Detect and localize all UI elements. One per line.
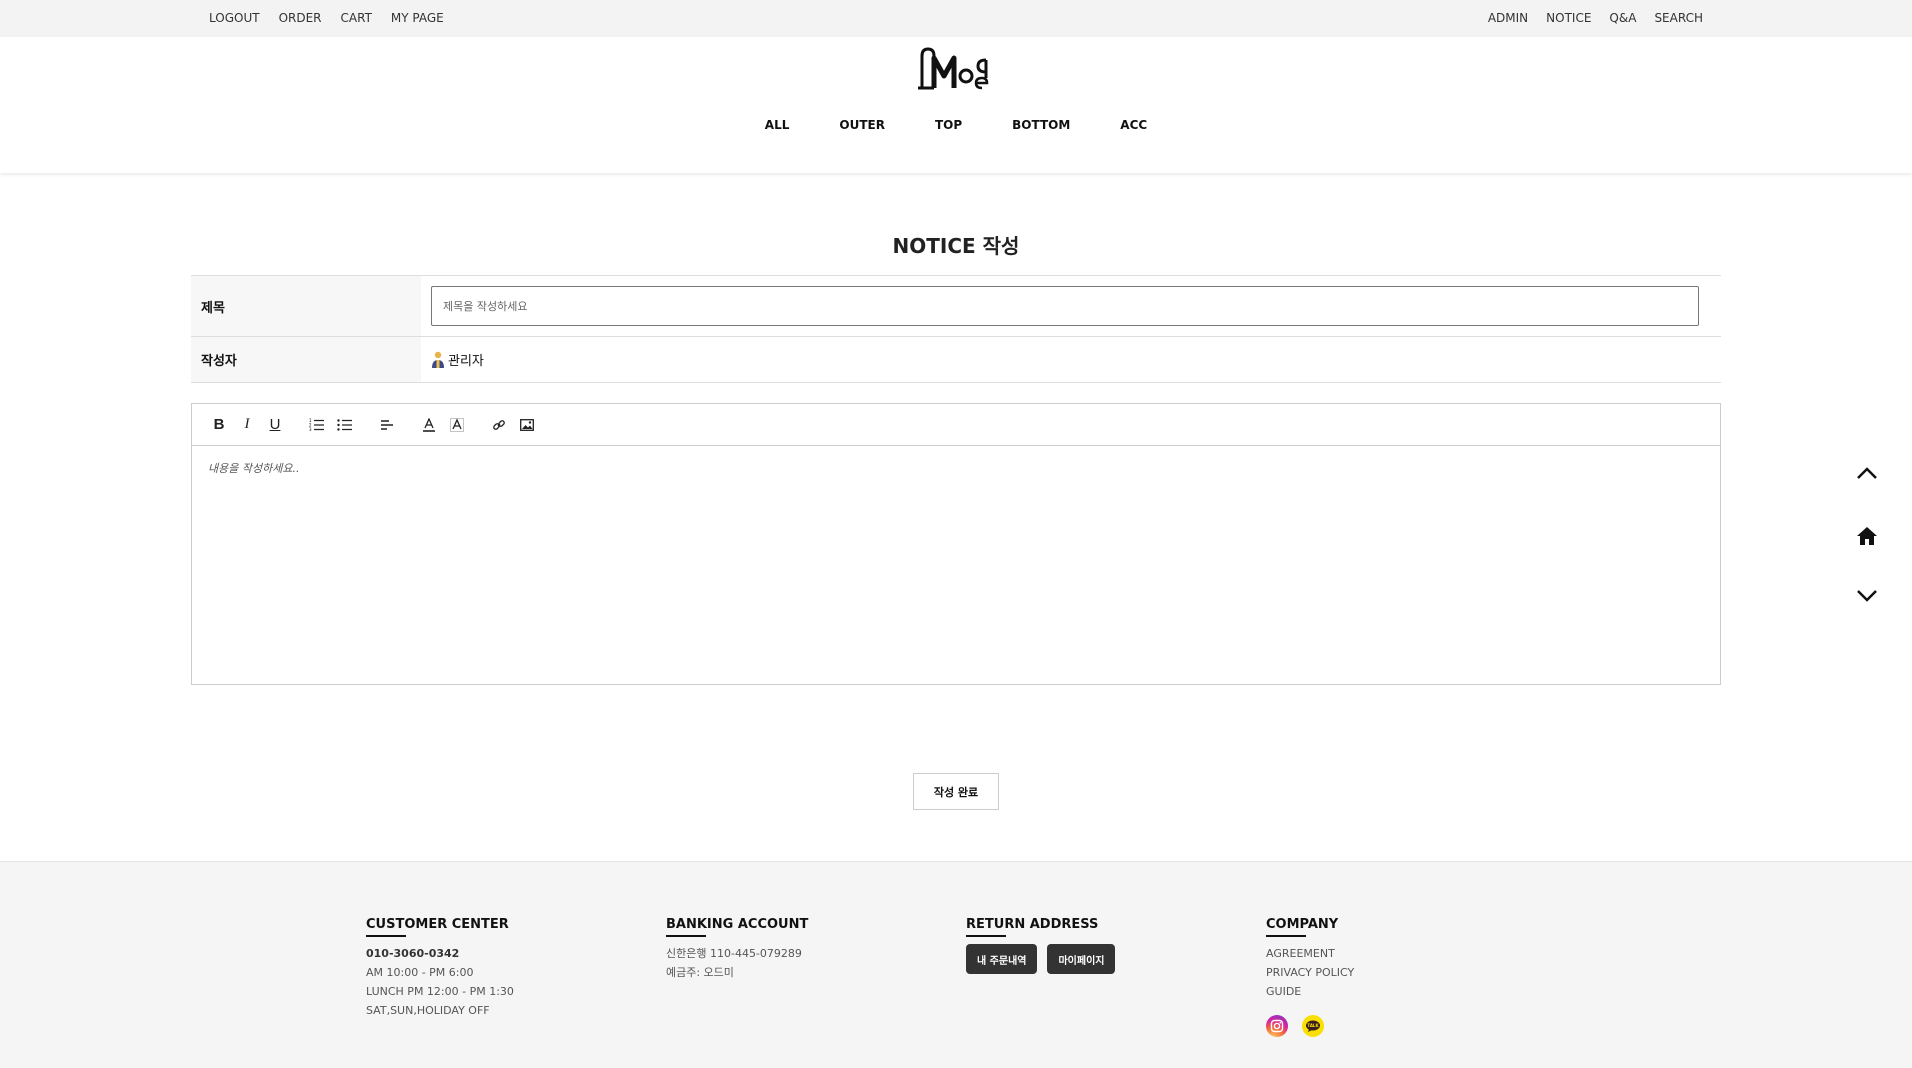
notice-form: 제목 작성자 관리자 bbox=[191, 275, 1721, 383]
banking-heading: BANKING ACCOUNT bbox=[666, 917, 809, 937]
footer-company: COMPANY AGREEMENT PRIVACY POLICY GUIDE T… bbox=[1266, 917, 1354, 1037]
footer-return-address: RETURN ADDRESS 내 주문내역 마이페이지 bbox=[966, 917, 1116, 974]
nav-top[interactable]: TOP bbox=[935, 118, 962, 132]
company-heading: COMPANY bbox=[1266, 917, 1354, 937]
svg-text:3: 3 bbox=[309, 427, 312, 432]
qna-link[interactable]: Q&A bbox=[1609, 11, 1636, 25]
notice-link[interactable]: NOTICE bbox=[1546, 11, 1591, 25]
image-icon[interactable] bbox=[513, 411, 541, 439]
page-title: NOTICE 작성 bbox=[892, 234, 1020, 258]
title-label: 제목 bbox=[191, 276, 421, 336]
scroll-top-icon[interactable] bbox=[1852, 466, 1882, 480]
agreement-link[interactable]: AGREEMENT bbox=[1266, 944, 1354, 963]
bold-icon[interactable]: B bbox=[205, 411, 233, 439]
logout-link[interactable]: LOGOUT bbox=[209, 11, 260, 25]
guide-link[interactable]: GUIDE bbox=[1266, 982, 1354, 1001]
italic-icon[interactable]: I bbox=[233, 411, 261, 439]
site-logo[interactable] bbox=[916, 46, 996, 92]
nav-bottom[interactable]: BOTTOM bbox=[1012, 118, 1070, 132]
footer-banking-account: BANKING ACCOUNT 신한은행 110-445-079289 예금주:… bbox=[666, 917, 808, 982]
writer-value: 관리자 bbox=[448, 354, 484, 369]
editor-toolbar: B I U 123 bbox=[192, 404, 1720, 446]
nav-all[interactable]: ALL bbox=[765, 118, 790, 132]
return-heading: RETURN ADDRESS bbox=[966, 917, 1115, 937]
title-row: 제목 bbox=[191, 276, 1721, 337]
content-editor: B I U 123 내용을 작성하세요.. bbox=[191, 403, 1721, 685]
search-link[interactable]: SEARCH bbox=[1654, 11, 1703, 25]
social-links: TALK bbox=[1266, 1015, 1354, 1037]
svg-text:TALK: TALK bbox=[1307, 1023, 1319, 1028]
admin-link[interactable]: ADMIN bbox=[1488, 11, 1528, 25]
admin-user-icon bbox=[432, 351, 444, 368]
privacy-policy-link[interactable]: PRIVACY POLICY bbox=[1266, 963, 1354, 982]
instagram-icon[interactable] bbox=[1266, 1015, 1288, 1037]
text-color-icon[interactable] bbox=[415, 411, 443, 439]
nav-acc[interactable]: ACC bbox=[1120, 118, 1147, 132]
main-category-nav: ALL OUTER TOP BOTTOM ACC bbox=[0, 118, 1912, 132]
writer-label: 작성자 bbox=[191, 337, 421, 382]
my-page-link[interactable]: MY PAGE bbox=[391, 11, 444, 25]
bullet-list-icon[interactable] bbox=[331, 411, 359, 439]
bank-holder: 예금주: 오드미 bbox=[666, 966, 734, 979]
link-icon[interactable] bbox=[485, 411, 513, 439]
title-cell bbox=[421, 276, 1721, 336]
writer-row: 작성자 관리자 bbox=[191, 337, 1721, 383]
order-link[interactable]: ORDER bbox=[279, 11, 322, 25]
background-color-icon[interactable] bbox=[443, 411, 471, 439]
align-icon[interactable] bbox=[373, 411, 401, 439]
customer-hours: AM 10:00 - PM 6:00 bbox=[366, 966, 474, 979]
scroll-bottom-icon[interactable] bbox=[1852, 589, 1882, 603]
underline-icon[interactable]: U bbox=[261, 411, 289, 439]
customer-off: SAT,SUN,HOLIDAY OFF bbox=[366, 1004, 490, 1017]
kakaotalk-icon[interactable]: TALK bbox=[1302, 1015, 1324, 1037]
site-footer: CUSTOMER CENTER 010-3060-0342 AM 10:00 -… bbox=[0, 861, 1912, 1068]
my-orders-button[interactable]: 내 주문내역 bbox=[966, 944, 1038, 974]
submit-button[interactable]: 작성 완료 bbox=[913, 773, 999, 810]
top-left-links: LOGOUT ORDER CART MY PAGE bbox=[209, 11, 444, 25]
editor-content-area[interactable]: 내용을 작성하세요.. bbox=[192, 446, 1720, 490]
writer-cell: 관리자 bbox=[421, 337, 1721, 382]
top-utility-bar: LOGOUT ORDER CART MY PAGE ADMIN NOTICE Q… bbox=[0, 0, 1912, 37]
customer-lunch: LUNCH PM 12:00 - PM 1:30 bbox=[366, 985, 514, 998]
my-page-button[interactable]: 마이페이지 bbox=[1047, 944, 1116, 974]
site-header: ALL OUTER TOP BOTTOM ACC bbox=[0, 37, 1912, 173]
customer-phone: 010-3060-0342 bbox=[366, 947, 460, 960]
home-icon[interactable] bbox=[1852, 525, 1882, 547]
top-right-links: ADMIN NOTICE Q&A SEARCH bbox=[1488, 11, 1703, 25]
bank-account: 신한은행 110-445-079289 bbox=[666, 947, 802, 960]
nav-outer[interactable]: OUTER bbox=[839, 118, 885, 132]
footer-customer-center: CUSTOMER CENTER 010-3060-0342 AM 10:00 -… bbox=[366, 917, 514, 1020]
ordered-list-icon[interactable]: 123 bbox=[303, 411, 331, 439]
customer-center-heading: CUSTOMER CENTER bbox=[366, 917, 514, 937]
return-buttons: 내 주문내역 마이페이지 bbox=[966, 944, 1116, 974]
title-input[interactable] bbox=[431, 286, 1699, 326]
cart-link[interactable]: CART bbox=[341, 11, 372, 25]
